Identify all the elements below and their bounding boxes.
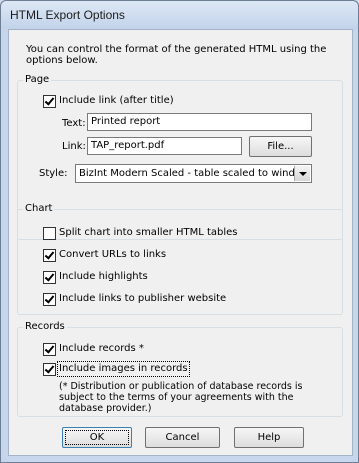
intro-text: You can control the format of the genera… [26,44,327,66]
include-images-label: Include images in records [57,361,190,377]
link-field[interactable]: TAP_report.pdf [87,137,242,155]
publisher-links-label: Include links to publisher website [59,293,227,304]
window-title: HTML Export Options [10,8,125,22]
include-link-label: Include link (after title) [59,95,174,106]
publisher-links-checkbox[interactable] [43,293,56,306]
file-button[interactable]: File... [249,136,312,157]
style-select[interactable]: BizInt Modern Scaled - table scaled to w… [75,164,312,183]
include-highlights-label: Include highlights [59,271,148,282]
text-field[interactable]: Printed report [87,113,312,131]
include-records-checkbox[interactable] [43,343,56,356]
ok-button[interactable]: OK [62,427,132,448]
include-records-label: Include records * [59,343,144,354]
focus-rect [65,430,129,445]
split-chart-checkbox[interactable] [43,227,56,240]
include-highlights-checkbox[interactable] [43,271,56,284]
include-images-checkbox[interactable] [43,363,56,376]
include-link-checkbox[interactable] [43,95,56,108]
cancel-button[interactable]: Cancel [145,427,220,448]
chevron-down-icon[interactable] [294,166,310,181]
title-bar[interactable]: HTML Export Options [1,1,358,29]
records-note: (* Distribution or publication of databa… [59,381,303,414]
link-field-label: Link: [62,141,86,152]
records-group-legend: Records [23,321,67,333]
split-chart-label: Split chart into smaller HTML tables [59,227,238,238]
style-label: Style: [39,168,68,179]
convert-urls-checkbox[interactable] [43,249,56,262]
chart-group-legend: Chart [23,203,55,215]
convert-urls-label: Convert URLs to links [59,249,167,260]
page-group-legend: Page [23,74,52,86]
help-button[interactable]: Help [234,427,304,448]
text-field-label: Text: [62,118,86,129]
style-select-value: BizInt Modern Scaled - table scaled to w… [79,168,310,179]
